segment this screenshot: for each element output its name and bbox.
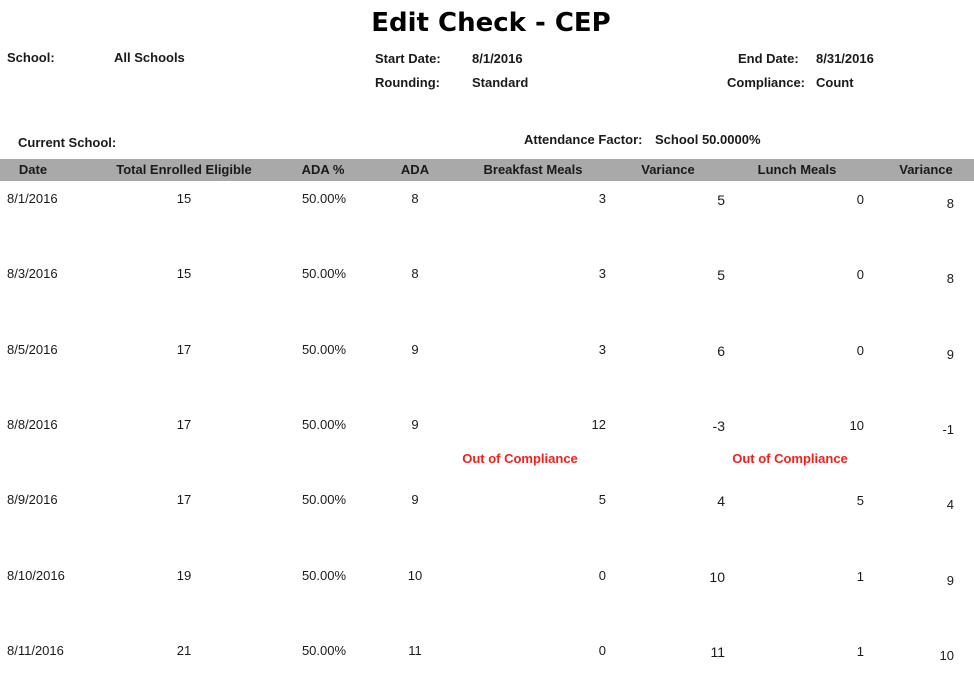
column-header-lunch-meals: Lunch Meals	[757, 162, 837, 177]
cell-ada-pct: 50.00%	[301, 417, 347, 432]
school-label: School:	[7, 50, 55, 65]
cell-lunch-meals: 1	[856, 644, 864, 659]
cell-ada-pct: 50.00%	[301, 266, 347, 281]
cell-lunch-variance: 8	[946, 271, 954, 286]
cell-breakfast-variance: -3	[712, 418, 725, 434]
cell-breakfast-variance: 11	[710, 644, 725, 660]
cell-date: 8/11/2016	[7, 643, 64, 658]
attendance-factor-label: Attendance Factor:	[524, 132, 643, 147]
cell-date: 8/8/2016	[7, 417, 58, 432]
cell-date: 8/3/2016	[7, 266, 58, 281]
cell-total-enrolled: 19	[176, 568, 192, 583]
school-value: All Schools	[114, 50, 185, 65]
current-school-label: Current School:	[18, 135, 117, 150]
cell-ada: 9	[411, 492, 419, 507]
cell-ada: 8	[411, 191, 419, 206]
cell-total-enrolled: 15	[176, 266, 192, 281]
cell-ada: 9	[411, 417, 419, 432]
breakfast-compliance-status: Out of Compliance	[462, 451, 578, 466]
cell-lunch-meals: 1	[856, 569, 864, 584]
compliance-label: Compliance:	[727, 75, 806, 90]
cell-date: 8/9/2016	[7, 492, 58, 507]
cell-breakfast-meals: 3	[598, 266, 606, 281]
cell-ada-pct: 50.00%	[301, 568, 347, 583]
cell-breakfast-meals: 3	[598, 342, 606, 357]
column-header-date: Date	[18, 162, 48, 177]
cell-lunch-variance: -1	[942, 422, 954, 437]
report-title: Edit Check - CEP	[371, 8, 611, 38]
column-header-lunch-variance: Variance	[899, 162, 953, 177]
end-date-label: End Date:	[738, 51, 799, 66]
rounding-label: Rounding:	[375, 75, 440, 90]
cell-lunch-meals: 0	[856, 192, 864, 207]
column-header-total-enrolled-eligible: Total Enrolled Eligible	[116, 162, 252, 177]
lunch-compliance-status: Out of Compliance	[732, 451, 848, 466]
start-date-value: 8/1/2016	[472, 51, 523, 66]
start-date-label: Start Date:	[375, 51, 441, 66]
table-header: Date Total Enrolled Eligible ADA % ADA B…	[0, 159, 974, 181]
cell-total-enrolled: 17	[176, 417, 192, 432]
cell-ada-pct: 50.00%	[301, 342, 347, 357]
cell-lunch-meals: 0	[856, 343, 864, 358]
cell-breakfast-variance: 5	[717, 267, 725, 283]
cell-lunch-variance: 9	[946, 573, 954, 588]
cell-lunch-variance: 9	[946, 347, 954, 362]
cell-date: 8/5/2016	[7, 342, 58, 357]
column-header-ada: ADA	[400, 162, 430, 177]
cell-ada-pct: 50.00%	[301, 191, 347, 206]
cell-total-enrolled: 21	[176, 643, 192, 658]
cell-lunch-meals: 10	[849, 418, 864, 433]
cell-total-enrolled: 17	[176, 492, 192, 507]
cell-lunch-variance: 8	[946, 196, 954, 211]
rounding-value: Standard	[472, 75, 529, 90]
cell-breakfast-variance: 4	[717, 493, 725, 509]
cell-breakfast-meals: 0	[598, 643, 606, 658]
column-header-ada-pct: ADA %	[301, 162, 345, 177]
cell-ada: 8	[411, 266, 419, 281]
cell-lunch-meals: 5	[856, 493, 864, 508]
cell-lunch-variance: 10	[939, 648, 954, 663]
cell-ada: 11	[408, 643, 422, 658]
cell-total-enrolled: 15	[176, 191, 192, 206]
cell-breakfast-meals: 0	[598, 568, 606, 583]
cell-breakfast-meals: 12	[591, 417, 606, 432]
cell-ada: 9	[411, 342, 419, 357]
cell-total-enrolled: 17	[176, 342, 192, 357]
cell-lunch-variance: 4	[946, 497, 954, 512]
end-date-value: 8/31/2016	[816, 51, 874, 66]
column-header-breakfast-variance: Variance	[641, 162, 695, 177]
compliance-value: Count	[816, 75, 854, 90]
cell-breakfast-meals: 5	[598, 492, 606, 507]
cell-breakfast-variance: 10	[709, 569, 725, 585]
cell-lunch-meals: 0	[856, 267, 864, 282]
cell-breakfast-variance: 6	[717, 343, 725, 359]
cell-breakfast-meals: 3	[598, 191, 606, 206]
cell-breakfast-variance: 5	[717, 192, 725, 208]
cell-date: 8/10/2016	[7, 568, 65, 583]
cell-ada-pct: 50.00%	[301, 643, 347, 658]
cell-ada-pct: 50.00%	[301, 492, 347, 507]
attendance-factor-value: School 50.0000%	[655, 132, 761, 147]
column-header-breakfast-meals: Breakfast Meals	[483, 162, 583, 177]
cell-date: 8/1/2016	[7, 191, 58, 206]
cell-ada: 10	[407, 568, 423, 583]
